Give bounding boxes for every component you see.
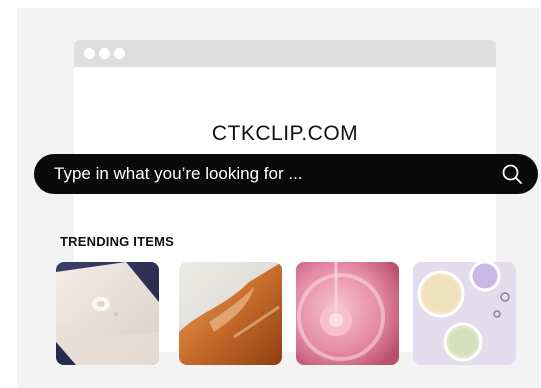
trending-heading: TRENDING ITEMS — [60, 234, 175, 249]
serum-drops-image — [413, 262, 516, 365]
pink-gel-image — [296, 262, 399, 365]
trending-item[interactable] — [56, 262, 159, 365]
window-dot-icon — [84, 48, 95, 59]
trending-item[interactable] — [179, 262, 282, 365]
browser-title-bar — [74, 40, 496, 67]
window-dot-icon — [99, 48, 110, 59]
search-bar[interactable]: Type in what you’re looking for ... — [34, 154, 538, 194]
search-icon[interactable] — [501, 163, 523, 185]
cream-texture-image — [56, 262, 159, 365]
site-title: CTKCLIP.COM — [211, 122, 359, 145]
trending-item[interactable] — [413, 262, 516, 365]
window-dot-icon — [114, 48, 125, 59]
amber-liquid-image — [179, 262, 282, 365]
search-input[interactable]: Type in what you’re looking for ... — [54, 154, 303, 194]
trending-item[interactable] — [296, 262, 399, 365]
